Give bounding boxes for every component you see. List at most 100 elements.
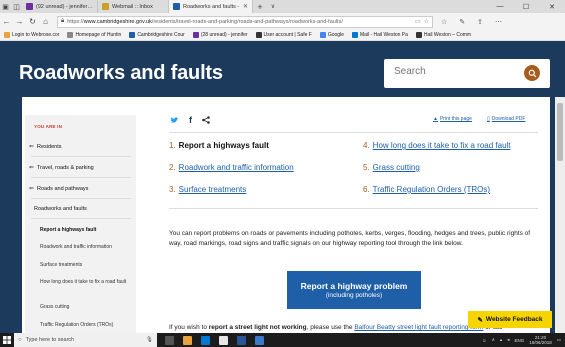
more-icon[interactable]: ⋯ xyxy=(495,18,502,26)
store-icon[interactable] xyxy=(219,335,228,345)
download-pdf-link[interactable]: ▯ Download PDF xyxy=(487,116,525,122)
favourite-item[interactable]: Hail Weston – Comm xyxy=(415,32,471,38)
sidebar-item-roads[interactable]: ⇐ Roads and pathways xyxy=(29,185,133,193)
search-icon xyxy=(528,69,536,77)
toc-item[interactable]: 6. Traffic Regulation Orders (TROs) xyxy=(363,185,490,194)
favourite-label: User account | Safe F xyxy=(263,32,312,38)
reading-view-icon[interactable]: ▭ xyxy=(415,18,421,25)
sidebar-subitem[interactable]: Traffic Regulation Orders (TROs) xyxy=(40,322,132,329)
toc-number: 2. xyxy=(169,163,176,172)
toc-item[interactable]: 4. How long does it take to fix a road fa… xyxy=(363,141,511,150)
favourite-item[interactable]: Login to Webrose.cor xyxy=(4,32,59,38)
favourite-item[interactable]: Google xyxy=(319,32,344,38)
toc-item[interactable]: 2. Roadwork and traffic information xyxy=(169,163,294,172)
browser-tab-webmail[interactable]: Webmail :: Inbox xyxy=(98,0,169,13)
back-arrow-icon: ⇐ xyxy=(29,144,35,150)
toc-number: 6. xyxy=(363,185,370,194)
edge-browser-icon[interactable] xyxy=(201,335,210,345)
search-input[interactable] xyxy=(394,66,514,77)
sidebar-subitem[interactable]: Roadwork and traffic information xyxy=(40,244,132,251)
sidebar-item-label: Residents xyxy=(37,143,62,150)
back-icon[interactable]: ← xyxy=(0,17,13,26)
chevron-down-icon[interactable]: ∨ xyxy=(267,0,279,13)
webmail-favicon-icon xyxy=(102,3,109,10)
toc-number: 4. xyxy=(363,141,370,150)
share-icon[interactable] xyxy=(202,116,210,124)
divider xyxy=(169,208,538,209)
twitter-icon[interactable] xyxy=(170,116,179,124)
favourite-star-icon[interactable]: ☆ xyxy=(424,18,429,25)
favourites-bar: Login to Webrose.cor Homepage of Huntin … xyxy=(0,30,565,41)
tab-label: (92 unread) - jenniferabl4 xyxy=(36,3,93,10)
file-explorer-icon[interactable] xyxy=(183,335,192,345)
favourite-label: Cambridgeshire Cour xyxy=(137,32,185,38)
favourite-label: Mail - Hail Weston Pa xyxy=(359,32,408,38)
task-view-icon[interactable] xyxy=(165,335,174,345)
close-window-icon[interactable]: ✕ xyxy=(539,0,565,13)
minimize-icon[interactable]: — xyxy=(487,0,513,13)
toc-item: 1. Report a highways fault xyxy=(169,141,269,150)
notifications-icon[interactable]: ▭ xyxy=(557,337,561,343)
new-tab-icon[interactable]: + xyxy=(253,0,267,13)
social-share-row: f xyxy=(170,115,210,125)
toc-number: 1. xyxy=(169,141,176,150)
favourite-item[interactable]: (28 unread) - jennifer xyxy=(192,32,248,38)
favourite-item[interactable]: Homepage of Huntin xyxy=(67,32,121,38)
chevron-up-icon[interactable]: ∧ xyxy=(492,337,495,343)
pen-icon[interactable]: ✎ xyxy=(459,18,465,26)
toc-link[interactable]: Traffic Regulation Orders (TROs) xyxy=(373,185,490,194)
sidebar-item-residents[interactable]: ⇐ Residents xyxy=(29,143,133,151)
volume-icon[interactable]: ◂ xyxy=(507,337,509,343)
toc-link[interactable]: Grass cutting xyxy=(373,163,420,172)
report-highway-problem-button[interactable]: Report a highway problem (including poth… xyxy=(287,271,421,309)
sidebar-subitem[interactable]: How long does it take to fix a road faul… xyxy=(40,279,132,286)
bookmark-icon xyxy=(255,32,262,38)
sidebar-heading: YOU ARE IN xyxy=(34,124,63,129)
toc-item[interactable]: 5. Grass cutting xyxy=(363,163,420,172)
website-feedback-button[interactable]: ✎ Website Feedback xyxy=(468,311,552,328)
tab-preview-icon[interactable]: ◫ xyxy=(11,0,22,13)
print-label: Print this page xyxy=(439,116,472,122)
share-icon[interactable]: ⇪ xyxy=(477,18,483,26)
facebook-icon[interactable]: f xyxy=(189,115,192,125)
language-indicator[interactable]: ENG xyxy=(514,338,524,343)
forward-icon[interactable]: → xyxy=(13,17,26,26)
toc-link[interactable]: Surface treatments xyxy=(179,185,247,194)
favourites-icon[interactable]: ☆ xyxy=(441,18,447,26)
toc-link[interactable]: Roadwork and traffic information xyxy=(179,163,294,172)
toc-link[interactable]: How long does it take to fix a road faul… xyxy=(373,141,511,150)
toc-item[interactable]: 3. Surface treatments xyxy=(169,185,246,194)
url-field[interactable]: 🔒︎ https://www.cambridgeshire.gov.uk/res… xyxy=(57,15,433,28)
scrollbar-thumb[interactable] xyxy=(557,103,563,161)
people-icon[interactable]: ☺ xyxy=(482,338,487,343)
browser-tab-email[interactable]: (92 unread) - jenniferabl4 xyxy=(22,0,98,13)
close-tab-icon[interactable]: ✕ xyxy=(243,3,248,10)
start-button[interactable] xyxy=(0,336,14,344)
sidebar-subitem[interactable]: Grass cutting xyxy=(40,304,132,311)
page-scrollbar[interactable] xyxy=(555,97,565,333)
taskbar-search[interactable]: ○ Type here to search 🎙︎ xyxy=(14,333,157,347)
home-icon[interactable]: ⌂ xyxy=(39,17,52,26)
maximize-icon[interactable]: ☐ xyxy=(513,0,539,13)
clock[interactable]: 21:20 16/06/2018 xyxy=(529,335,552,345)
word-icon[interactable] xyxy=(255,335,264,345)
sidebar-item-travel[interactable]: ⇐ Travel, roads & parking xyxy=(29,164,133,172)
sidebar-section-title[interactable]: Roadworks and faults xyxy=(34,206,138,212)
network-icon[interactable]: ▴ xyxy=(500,337,502,343)
favourite-label: Homepage of Huntin xyxy=(75,32,122,38)
search-button[interactable] xyxy=(524,65,540,81)
microphone-icon[interactable]: 🎙︎ xyxy=(146,337,153,343)
favourite-item[interactable]: Mail - Hail Weston Pa xyxy=(351,32,408,38)
refresh-icon[interactable]: ↻ xyxy=(26,17,39,26)
browser-tab-roadworks[interactable]: Roadworks and faults - ✕ xyxy=(169,0,253,13)
favourite-item[interactable]: User account | Safe F xyxy=(255,32,312,38)
text-fragment: , please use the xyxy=(306,324,355,331)
sidebar-subitem[interactable]: Report a highways fault xyxy=(40,227,132,234)
print-link[interactable]: ▲ Print this page xyxy=(433,116,472,122)
favourite-item[interactable]: Cambridgeshire Cour xyxy=(129,32,185,38)
intro-paragraph: You can report problems on roads or pave… xyxy=(169,230,531,247)
mail-icon[interactable] xyxy=(237,335,246,345)
tab-actions-icon[interactable]: ▣ xyxy=(0,0,11,13)
sidebar-subitem[interactable]: Surface treatments xyxy=(40,262,132,269)
street-light-form-link[interactable]: Balfour Beatty street light fault report… xyxy=(354,324,483,331)
